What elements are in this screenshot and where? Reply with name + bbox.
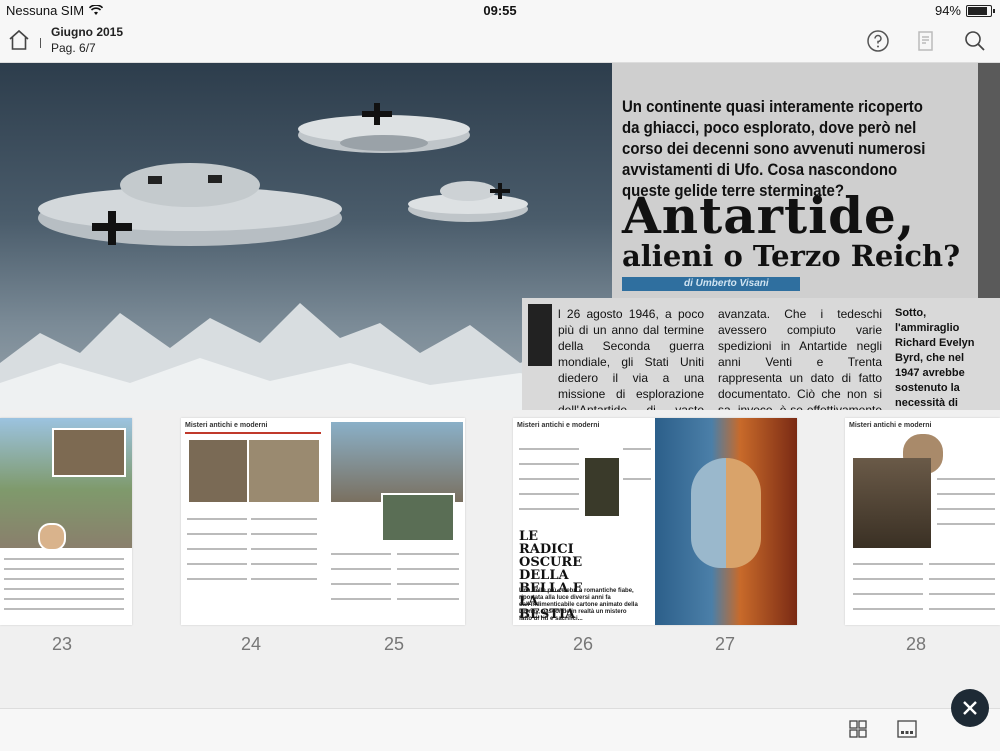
thumbnail-label-26: 26 — [572, 634, 594, 654]
article-byline: di Umberto Visani — [622, 277, 800, 291]
article-subheadline: alieni o Terzo Reich? — [622, 239, 961, 273]
close-button[interactable] — [951, 689, 989, 727]
thumbnail-header-24: Misteri antichi e moderni — [185, 422, 268, 429]
grid-view-icon[interactable] — [849, 720, 867, 738]
home-icon[interactable] — [8, 28, 30, 52]
help-icon[interactable] — [866, 29, 890, 53]
thumbnail-label-23: 23 — [51, 634, 73, 654]
thumbnail-spread-24-25[interactable]: Misteri antichi e moderni — [181, 418, 465, 625]
thumbnail-label-27: 27 — [714, 634, 736, 654]
thumbnail-page-28[interactable]: Misteri antichi e moderni — [845, 418, 1000, 625]
article-icon[interactable] — [914, 29, 938, 53]
page-thumbnail-strip[interactable]: 23 Misteri antichi e moderni 24 25 Miste… — [0, 410, 1000, 708]
status-bar: Nessuna SIM 09:55 94% — [0, 0, 1000, 20]
body-column-1: l 26 agosto 1946, a poco più di un anno … — [558, 307, 704, 410]
reader-toolbar: Giugno 2015 Pag. 6/7 — [0, 20, 1000, 63]
thumbnail-label-28: 28 — [905, 634, 927, 654]
thumbnail-deck-26: Una delle più celebri e romantiche fiabe… — [519, 588, 638, 622]
thumbnail-spread-26-27[interactable]: Misteri antichi e moderni LE RADICI OSCU… — [513, 418, 797, 625]
battery-area: 94% — [934, 3, 995, 18]
article-body: l 26 agosto 1946, a poco più di un anno … — [522, 298, 1000, 410]
drop-cap — [528, 304, 552, 366]
article-headline: Antartide, — [622, 186, 916, 245]
issue-title: Giugno 2015 — [51, 25, 124, 39]
body-column-2: avanzata. Che i tedeschi avessero compiu… — [718, 307, 882, 410]
thumbnail-label-25: 25 — [383, 634, 405, 654]
photo-caption: Sotto, l'ammiraglio Richard Evelyn Byrd,… — [895, 307, 975, 409]
thumbnail-page-23[interactable] — [0, 418, 132, 625]
magazine-spread[interactable]: Un continente quasi interamente ricopert… — [0, 63, 1000, 410]
battery-percent: 94% — [934, 3, 961, 18]
thumbnail-label-24: 24 — [240, 634, 262, 654]
bottom-toolbar — [0, 708, 1000, 751]
ufo-illustration — [0, 63, 612, 410]
flying-saucers-image — [0, 103, 612, 410]
clock: 09:55 — [483, 3, 517, 18]
thumbnail-header-28: Misteri antichi e moderni — [849, 422, 932, 429]
thumbnail-strip-icon[interactable] — [897, 720, 917, 738]
close-icon — [963, 701, 977, 715]
page-indicator: Pag. 6/7 — [51, 41, 96, 55]
thumbnail-header-26: Misteri antichi e moderni — [517, 422, 600, 429]
search-icon[interactable] — [963, 29, 987, 53]
battery-icon — [966, 4, 995, 17]
toolbar-divider — [40, 38, 41, 48]
